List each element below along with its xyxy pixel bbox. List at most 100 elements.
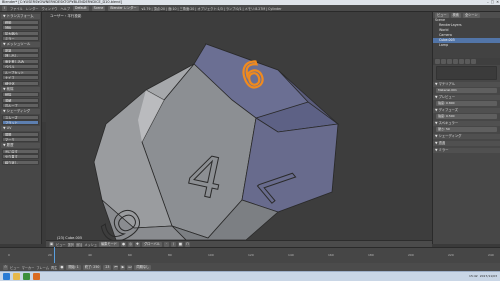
toolshelf-section-header[interactable]: ▼ 履歴	[1, 143, 40, 148]
material-slot-list[interactable]	[436, 66, 497, 80]
d10-die-mesh[interactable]: 6 4 9 7	[46, 12, 432, 240]
timeline-menu-frame[interactable]: フレーム	[36, 265, 49, 270]
toolshelf-button[interactable]: 押し出し	[2, 53, 39, 58]
toolshelf-button[interactable]: ベベル	[2, 64, 39, 69]
menu-mesh[interactable]: メッシュ	[84, 242, 97, 247]
timeline-tick-label: 180	[368, 253, 374, 257]
edge-select-icon[interactable]: /	[170, 241, 176, 247]
properties-section-header[interactable]: ▼ ミラー	[433, 148, 500, 153]
toolshelf-section-header[interactable]: ▼ シェーディング	[1, 109, 40, 114]
properties-section-header[interactable]: ▼ ディフューズ	[433, 108, 500, 113]
end-frame-field[interactable]: 終了: 250	[82, 264, 102, 270]
view-label: ユーザー・平行投影	[50, 14, 82, 18]
toolshelf-button[interactable]: 展開	[2, 131, 39, 137]
start-frame-field[interactable]: 開始: 1	[66, 264, 81, 270]
scene-icon[interactable]	[447, 59, 452, 64]
manipulator-icon[interactable]: ✚	[135, 241, 140, 247]
object-icon[interactable]	[459, 59, 464, 64]
timeline-tick-label: 100	[208, 253, 214, 257]
timeline-tick-label: 120	[248, 253, 254, 257]
timeline-current-frame-marker[interactable]	[54, 247, 55, 263]
properties-section-header[interactable]: ▼ プレビュー	[433, 95, 500, 100]
menu-help[interactable]: ヘルプ	[60, 6, 70, 11]
orientation-selector[interactable]: グローバル	[142, 241, 162, 247]
timeline-tick-label: 240	[488, 253, 494, 257]
toolshelf-button[interactable]: ミラー	[2, 36, 39, 41]
menu-window[interactable]: ウィンドウ	[42, 6, 58, 11]
toolshelf-button[interactable]: 拡大縮小	[2, 30, 39, 36]
editor-type-icon[interactable]: i	[2, 5, 7, 11]
toolshelf-button[interactable]: 削除	[2, 92, 39, 97]
timeline-header: ⏱ ビュー マーカー フレーム 再生 ● 開始: 1 終了: 250 23 ⏮ …	[0, 263, 500, 271]
record-icon[interactable]: ●	[59, 264, 65, 270]
menu-file[interactable]: ファイル	[10, 6, 23, 11]
camera-icon[interactable]	[435, 59, 440, 64]
outliner-view-button[interactable]: ビュー	[435, 12, 449, 18]
properties-body: ▼ マテリアル Material.001 ▼ プレビュー 強度: 0.800 ▼ ディフ…	[433, 82, 500, 153]
play-icon[interactable]: ▶	[120, 264, 126, 270]
menu-render[interactable]: レンダー	[26, 6, 39, 11]
toolshelf-section-header[interactable]: ▼ メッシュツール	[1, 42, 40, 47]
toolshelf-button[interactable]: 移動	[2, 19, 39, 25]
properties-section-header[interactable]: ▼ マテリアル	[433, 82, 500, 87]
stats-text: v2.79 | 頂点:20 | 面:10 | 三角面:20 | オブジェクト:1…	[141, 6, 282, 11]
layout-selector[interactable]: Default	[73, 5, 89, 11]
editor-type-icon[interactable]: ⏱	[3, 264, 8, 270]
mode-selector[interactable]: 編集モード	[99, 241, 119, 247]
properties-field[interactable]: Material.001	[436, 88, 497, 93]
face-select-icon[interactable]: ■	[177, 241, 183, 247]
jump-end-icon[interactable]: ⏭	[127, 264, 133, 270]
timeline-menu-view[interactable]: ビュー	[10, 265, 20, 270]
toolshelf-button[interactable]: フラット	[2, 120, 39, 125]
properties-section-header[interactable]: ▼ シェーディング	[433, 134, 500, 139]
blender-icon[interactable]	[33, 273, 40, 280]
menu-add[interactable]: 追加	[76, 242, 82, 247]
start-icon[interactable]	[3, 273, 10, 280]
properties-section-header[interactable]: ▼ 透過	[433, 141, 500, 146]
properties-field[interactable]: 強度: 0.500	[436, 114, 497, 119]
toolshelf-section-header[interactable]: ▼ 削除	[1, 86, 40, 92]
texture-icon[interactable]	[471, 59, 476, 64]
outliner-scenes-button[interactable]: 全シーン	[462, 12, 480, 18]
sync-selector[interactable]: 同期なし	[134, 264, 152, 270]
vertex-select-icon[interactable]: ·	[163, 241, 169, 247]
toolshelf-button[interactable]: 元に戻す	[2, 148, 39, 154]
toolshelf-section-header[interactable]: ▼ トランスフォーム	[1, 14, 40, 19]
pivot-icon[interactable]: ◎	[128, 241, 133, 247]
toolshelf-button[interactable]: ループカット	[2, 69, 39, 75]
toolshelf-button[interactable]: 辺ループ	[2, 103, 39, 108]
toolshelf-button[interactable]: 回転	[2, 25, 39, 30]
browser-icon[interactable]	[23, 273, 30, 280]
explorer-icon[interactable]	[13, 273, 20, 280]
material-icon[interactable]	[465, 59, 470, 64]
world-icon[interactable]	[453, 59, 458, 64]
timeline-menu-marker[interactable]: マーカー	[22, 265, 35, 270]
editor-type-icon[interactable]: ▣	[49, 241, 54, 247]
properties-field[interactable]: 強度: 0.800	[436, 101, 497, 106]
render-engine-selector[interactable]: Blender レンダー	[108, 5, 139, 11]
toolshelf-button[interactable]: 細分化	[2, 80, 39, 86]
layers-icon[interactable]	[441, 59, 446, 64]
menu-view[interactable]: ビュー	[56, 242, 66, 247]
toolshelf-button[interactable]: 複製	[2, 47, 39, 53]
toolshelf-button[interactable]: やり直す	[2, 154, 39, 159]
toolshelf-button[interactable]: スムーズ	[2, 114, 39, 120]
properties-field[interactable]: 硬さ: 50	[436, 127, 497, 132]
shading-icon[interactable]: ●	[121, 241, 126, 247]
toolshelf-button[interactable]: 繰り返し	[2, 159, 39, 165]
toolshelf-button[interactable]: 溶解	[2, 97, 39, 103]
timeline-menu-playback[interactable]: 再生	[51, 265, 57, 270]
outliner-item[interactable]: Lamp	[433, 43, 500, 48]
toolshelf-section-header[interactable]: ▼ UV	[1, 126, 40, 131]
outliner-list: Scene RenderLayers World Camera Cube.005 Lamp	[433, 18, 500, 48]
outliner-search-button[interactable]: 検索	[450, 12, 461, 18]
menu-select[interactable]: 選択	[68, 242, 74, 247]
current-frame-field[interactable]: 23	[103, 264, 112, 270]
properties-section-header[interactable]: ▼ スペキュラー	[433, 121, 500, 126]
toolshelf-button[interactable]: 面を差し込み	[2, 58, 39, 64]
snap-icon[interactable]: ⊓	[184, 241, 190, 247]
jump-start-icon[interactable]: ⏮	[113, 264, 119, 270]
scene-selector[interactable]: Scene	[91, 5, 106, 11]
toolshelf-button[interactable]: ナイフ	[2, 75, 39, 80]
toolshelf-button[interactable]: マーク	[2, 137, 39, 142]
